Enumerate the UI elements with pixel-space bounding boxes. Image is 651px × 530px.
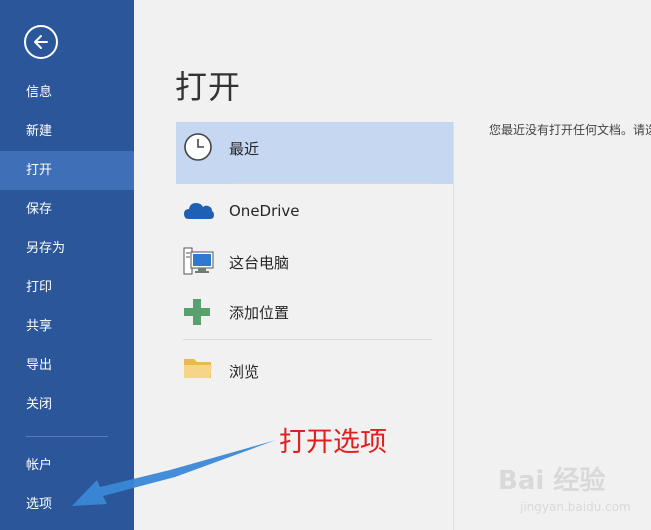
watermark-text: Bai 经验 bbox=[498, 466, 606, 496]
baidu-watermark: Bai 经验 jingyan.baidu.com bbox=[498, 460, 648, 526]
watermark-sub: jingyan.baidu.com bbox=[520, 500, 631, 514]
annotation-arrow bbox=[72, 440, 276, 506]
